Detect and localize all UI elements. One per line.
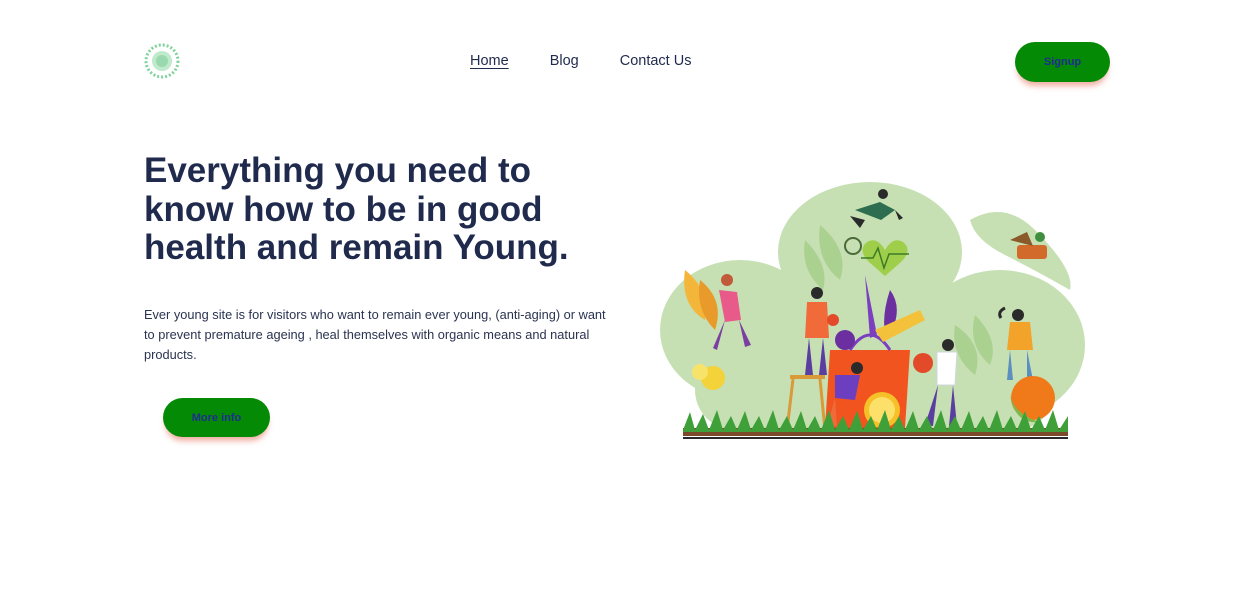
hero-title: Everything you need to know how to be in… xyxy=(144,151,569,267)
signup-button[interactable]: Signup xyxy=(1015,42,1110,82)
nav-blog-link[interactable]: Blog xyxy=(550,52,579,70)
nav-contact-link[interactable]: Contact Us xyxy=(620,52,692,70)
logo-icon xyxy=(144,43,180,79)
more-info-button[interactable]: More info xyxy=(163,398,270,437)
site-logo[interactable] xyxy=(144,43,180,79)
hero-illustration xyxy=(655,180,1095,448)
hero-description: Ever young site is for visitors who want… xyxy=(144,307,606,362)
main-nav: Home Blog Contact Us xyxy=(470,52,732,70)
nav-home-link[interactable]: Home xyxy=(470,52,509,70)
